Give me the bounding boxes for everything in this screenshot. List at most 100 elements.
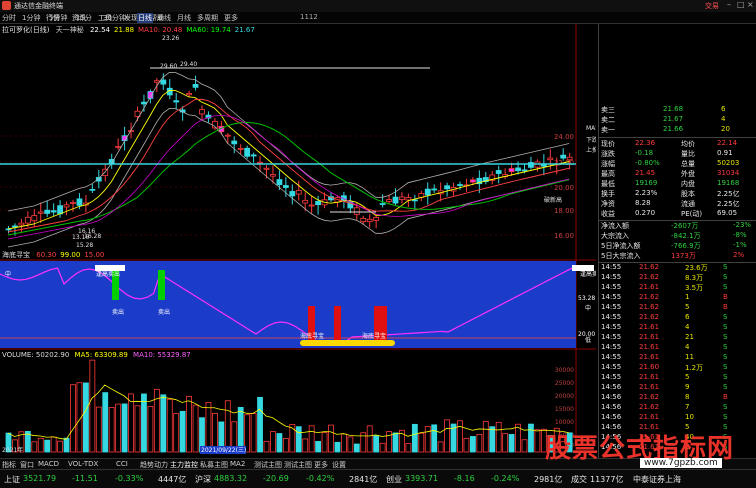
flow-row: 5日大宗流入 1373万 2% (599, 251, 756, 261)
volume-bar (411, 423, 418, 453)
tick-volume: 8.3万 (685, 274, 704, 282)
close-icon[interactable]: × (747, 0, 754, 9)
period-tab-9[interactable]: 更多 (224, 13, 238, 23)
volume-bar (495, 421, 502, 453)
candle-body (515, 167, 521, 172)
volume-bar (469, 436, 476, 453)
candle-body (560, 154, 567, 159)
quote-value: -0.80% (635, 159, 660, 167)
ind1-value-0: 60.30 (36, 251, 57, 259)
volume-bar (379, 442, 386, 453)
tick-flag: S (723, 343, 728, 351)
candle-body (469, 179, 476, 183)
tick-row: 14:55 21.61 11 S (599, 353, 756, 363)
tick-price: 21.61 (639, 333, 660, 341)
tick-volume: 4 (685, 343, 690, 351)
tick-time: 14:55 (601, 293, 622, 301)
status-item: -20.69 (263, 474, 289, 483)
tick-flag: S (723, 273, 728, 281)
tick-price: 21.61 (639, 383, 660, 391)
candle-body (115, 145, 122, 148)
volume-bar (50, 436, 57, 453)
volume-bar (134, 405, 141, 453)
period-tab-3[interactable]: 15分 (76, 13, 92, 23)
ind1-annotation: 逢高卖出 (96, 270, 120, 278)
quote-label: 流通 (681, 200, 695, 208)
volume-bar (334, 441, 341, 453)
quote-label: 总量 (681, 160, 695, 168)
volume-bar (502, 433, 509, 453)
price-tick-label: 20.00 (554, 184, 574, 192)
quote-label: 净资 (601, 200, 615, 208)
volume-bar (489, 426, 496, 453)
quote-value: 31034 (717, 169, 740, 177)
order-label: 卖一 (601, 126, 615, 134)
tick-row: 14:55 21.62 6 S (599, 313, 756, 323)
tick-flag: S (723, 363, 728, 371)
menu-item-3[interactable]: 发现 (124, 13, 138, 23)
period-tab-8[interactable]: 多周期 (197, 13, 218, 23)
status-item: -0.24% (491, 474, 520, 483)
candle-body (173, 100, 180, 103)
volume-ma5: MA5: 63309.89 (74, 351, 128, 359)
period-tab-5[interactable]: 日线 (137, 13, 153, 23)
tick-time: 14:55 (601, 303, 622, 311)
sell-bar (158, 270, 165, 300)
period-tab-1[interactable]: 1分钟 (22, 13, 40, 23)
candle-body (405, 197, 412, 201)
candle-body (250, 154, 257, 157)
chart-bg (0, 24, 596, 458)
candle-body (141, 101, 147, 105)
volume-bar (237, 406, 244, 453)
minimize-icon[interactable]: – (727, 0, 731, 9)
menu-extra: 1112 (300, 13, 318, 21)
volume-bar (63, 437, 70, 453)
chart-annotation: 16.28 (84, 233, 101, 240)
flow-value: -766.9万 (671, 242, 701, 250)
status-item: 成交 (571, 475, 587, 484)
order-book-row[interactable]: 卖三 21.68 6 (599, 105, 756, 115)
candle-body (186, 93, 193, 96)
tick-time: 14:55 (601, 273, 622, 281)
quote-label: 外盘 (681, 170, 695, 178)
tick-time: 14:55 (601, 263, 622, 271)
period-tab-6[interactable]: 周线 (157, 13, 171, 23)
tick-time: 14:55 (601, 283, 622, 291)
quote-label: 量比 (681, 150, 695, 158)
quote-value: 0.91 (717, 149, 733, 157)
period-tab-7[interactable]: 月线 (177, 13, 191, 23)
chart-area[interactable]: 24.00 22.00 20.00 18.00 16.00 23.26 29.60 29.40… (0, 24, 596, 458)
flow-label: 净流入额 (601, 222, 629, 230)
maximize-icon[interactable]: □ (737, 0, 745, 9)
app-logo-icon (2, 1, 11, 10)
period-tab-4[interactable]: 30分钟 (103, 13, 126, 23)
trade-button[interactable]: 交易 (705, 1, 719, 11)
stock-name-label: 拉可罗化(日线) (2, 26, 50, 34)
order-book-row[interactable]: 卖二 21.67 4 (599, 115, 756, 125)
indicator1-values: 60.30 99.00 15.00 (32, 251, 104, 259)
tick-price: 21.61 (639, 413, 660, 421)
candle-body (353, 207, 360, 215)
tick-row: 14:55 21.61 5 S (599, 373, 756, 383)
volume-bar (108, 407, 115, 453)
order-book-row[interactable]: 卖一 21.66 20 (599, 125, 756, 135)
candle-body (508, 168, 515, 173)
period-tab-2[interactable]: 5分钟 (49, 13, 67, 23)
tick-row: 14:56 21.61 9 S (599, 383, 756, 393)
tick-time: 14:55 (601, 333, 622, 341)
tick-volume: 11 (685, 353, 694, 361)
volume-bar (308, 425, 315, 453)
volume-bar (431, 424, 438, 453)
price-tick-label: 24.00 (554, 133, 574, 141)
volume-bar (31, 441, 38, 453)
buy-bar (334, 306, 341, 342)
period-tab-0[interactable]: 分时 (2, 13, 16, 23)
candle-body (244, 147, 251, 157)
candle-body (444, 185, 451, 190)
candle-body (424, 188, 431, 196)
volume-bar (315, 441, 322, 453)
candle-body (89, 188, 96, 191)
year-label: 2021年 (2, 446, 23, 454)
ind1-annotation: 中 (5, 270, 11, 278)
tick-time: 14:55 (601, 353, 622, 361)
